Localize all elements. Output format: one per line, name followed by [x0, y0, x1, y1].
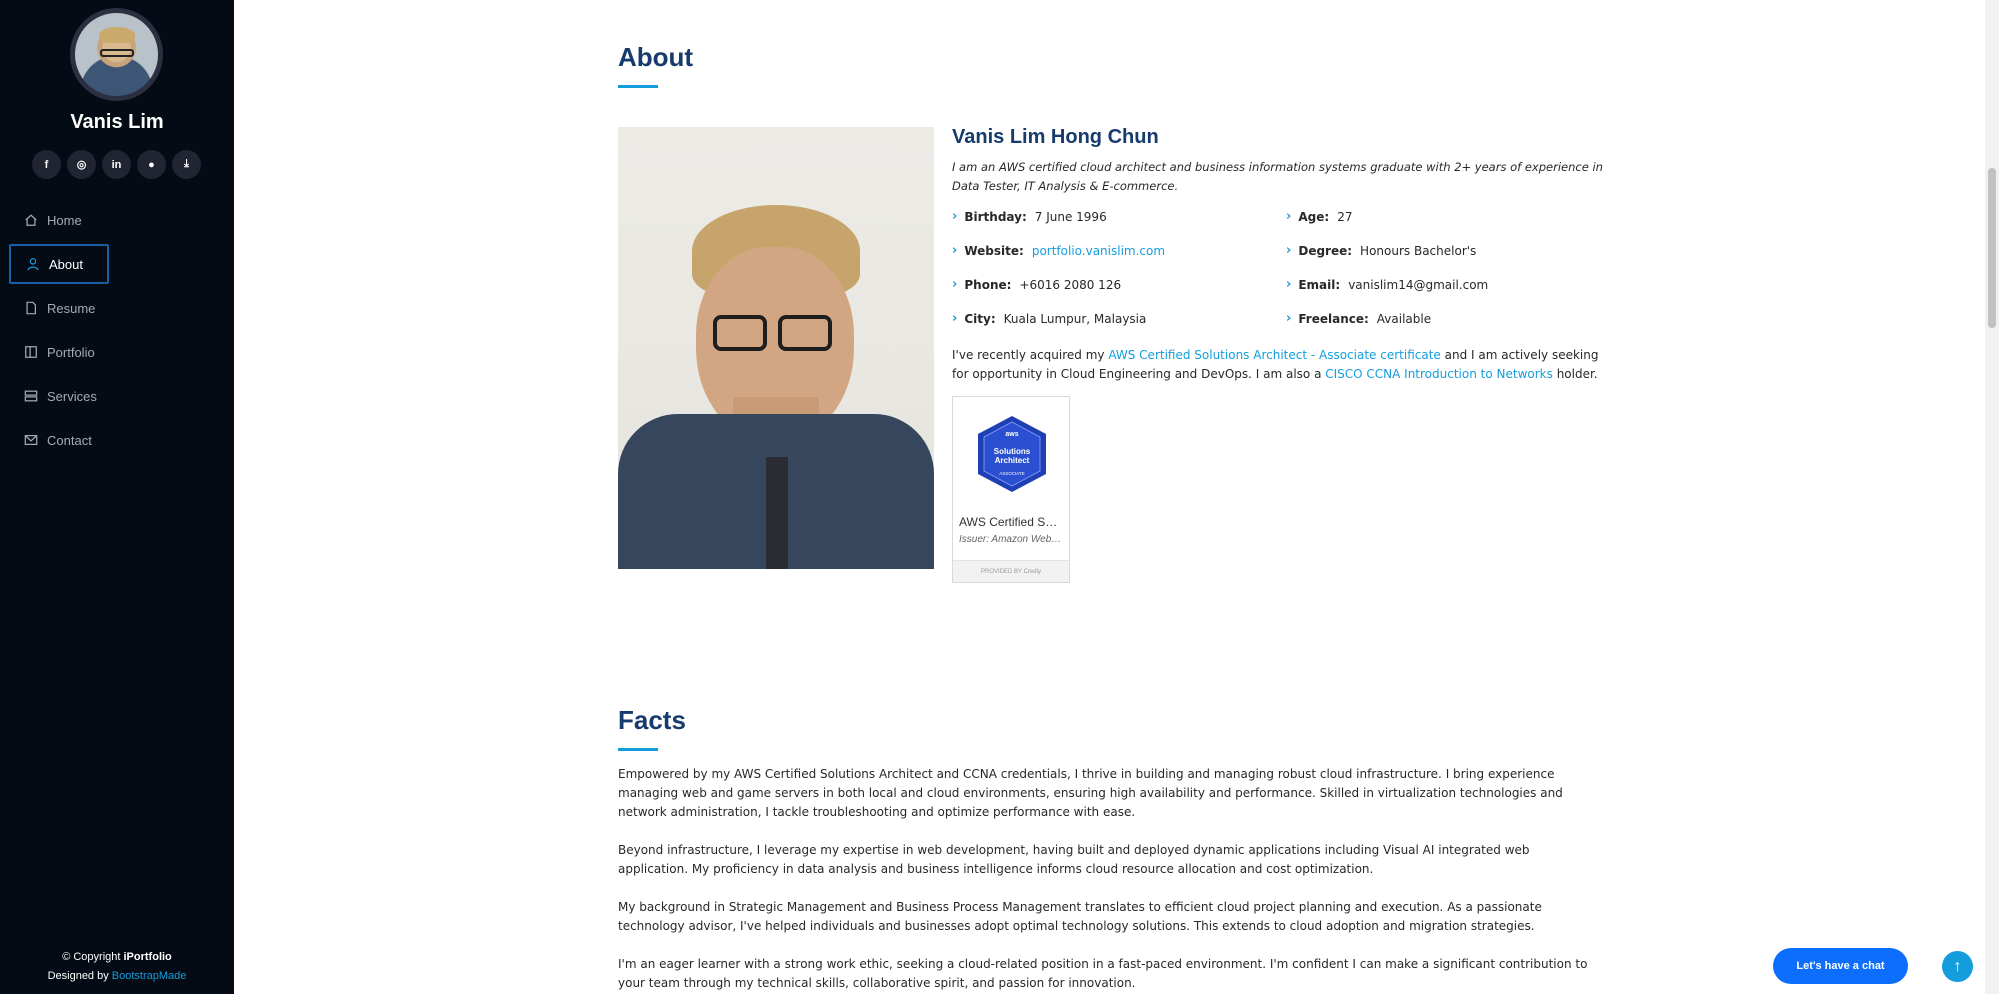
nav-item-home[interactable]: Home — [9, 200, 109, 240]
about-certifications-text: I've recently acquired my AWS Certified … — [952, 346, 1604, 384]
nav-label-services: Services — [47, 388, 97, 404]
info-label: Age: — [1298, 209, 1330, 224]
nav-item-resume[interactable]: Resume — [9, 288, 109, 328]
info-value: Honours Bachelor's — [1360, 243, 1477, 258]
page-scrollbar[interactable] — [1985, 0, 1999, 994]
nav-label-contact: Contact — [47, 432, 92, 448]
chevron-right-icon: › — [1286, 277, 1292, 292]
badge-hex-line2: Architect — [995, 456, 1030, 465]
info-birthday: › Birthday: 7 June 1996 — [952, 209, 1107, 224]
facts-paragraph: My background in Strategic Management an… — [618, 900, 1542, 933]
file-icon — [24, 301, 38, 315]
para-text: I've recently acquired my — [952, 348, 1109, 362]
info-value: Available — [1376, 311, 1432, 326]
info-value: vanislim14@gmail.com — [1348, 277, 1489, 292]
chevron-right-icon: › — [1286, 311, 1292, 326]
info-label: Email: — [1298, 277, 1341, 292]
para-text: holder. — [1552, 367, 1598, 381]
sidebar-footer: © Copyright iPortfolio Designed by Boots… — [0, 948, 234, 986]
sidebar: Vanis Lim f ◎ in ● ⤓ Home About Resume P… — [0, 0, 234, 994]
copyright-line: © Copyright iPortfolio — [0, 948, 234, 967]
chevron-right-icon: › — [952, 243, 958, 258]
info-email: › Email: vanislim14@gmail.com — [1286, 277, 1488, 292]
info-degree: › Degree: Honours Bachelor's — [1286, 243, 1476, 258]
nav-label-home: Home — [47, 212, 82, 228]
facts-paragraph: Empowered by my AWS Certified Solutions … — [618, 767, 1563, 819]
info-label: Phone: — [964, 277, 1012, 292]
github-icon[interactable]: ● — [137, 150, 166, 179]
info-label: Degree: — [1298, 243, 1353, 258]
nav-menu: Home About Resume Portfolio Services Con… — [9, 200, 109, 464]
facts-title-underline — [618, 748, 658, 751]
profile-name: Vanis Lim — [70, 111, 164, 133]
profile-avatar — [70, 8, 163, 101]
facts-paragraph: I'm an eager learner with a strong work … — [618, 957, 1588, 990]
envelope-icon — [24, 433, 38, 447]
about-intro: I am an AWS certified cloud architect an… — [952, 160, 1603, 193]
nav-item-services[interactable]: Services — [9, 376, 109, 416]
scrollbar-thumb[interactable] — [1988, 168, 1996, 328]
info-label: Website: — [964, 243, 1024, 258]
facts-paragraph: Beyond infrastructure, I leverage my exp… — [618, 843, 1530, 876]
badge-issuer: Issuer: Amazon Web Services Training and… — [959, 534, 1069, 545]
credits-prefix: Designed by — [47, 970, 112, 982]
designer-link[interactable]: BootstrapMade — [112, 970, 187, 982]
about-title-underline — [618, 85, 658, 88]
info-freelance: › Freelance: Available — [1286, 311, 1431, 326]
nav-label-about: About — [49, 256, 83, 272]
info-label: Birthday: — [964, 209, 1027, 224]
chat-button[interactable]: Let's have a chat — [1773, 948, 1908, 984]
chevron-right-icon: › — [952, 277, 958, 292]
linkedin-icon[interactable]: in — [102, 150, 131, 179]
profile-photo — [618, 127, 934, 569]
nav-item-about[interactable]: About — [9, 244, 109, 284]
person-icon — [26, 257, 40, 271]
nav-label-resume: Resume — [47, 300, 96, 316]
copyright-brand: iPortfolio — [123, 951, 172, 963]
badge-title: AWS Certified Solutions Architect – Asso… — [959, 515, 1069, 529]
info-value: 7 June 1996 — [1034, 209, 1107, 224]
download-icon[interactable]: ⤓ — [172, 150, 201, 179]
ccna-cert-link[interactable]: CISCO CCNA Introduction to Networks — [1325, 367, 1553, 381]
credits-line: Designed by BootstrapMade — [0, 967, 234, 986]
info-age: › Age: 27 — [1286, 209, 1352, 224]
info-value: 27 — [1337, 209, 1353, 224]
chevron-right-icon: › — [1286, 209, 1292, 224]
nav-label-portfolio: Portfolio — [47, 344, 95, 360]
info-value: +6016 2080 126 — [1019, 277, 1122, 292]
badge-hex-line1: Solutions — [994, 447, 1031, 456]
copyright-prefix: © Copyright — [62, 951, 124, 963]
aws-cert-link[interactable]: AWS Certified Solutions Architect - Asso… — [1108, 348, 1440, 362]
nav-item-contact[interactable]: Contact — [9, 420, 109, 460]
info-label: City: — [964, 311, 996, 326]
info-value: Kuala Lumpur, Malaysia — [1003, 311, 1147, 326]
badge-hex-line3: ASSOCIATE — [999, 471, 1024, 476]
info-label: Freelance: — [1298, 311, 1369, 326]
facebook-icon[interactable]: f — [32, 150, 61, 179]
chevron-right-icon: › — [952, 311, 958, 326]
info-website: › Website: portfolio.vanislim.com — [952, 243, 1165, 258]
book-icon — [24, 345, 38, 359]
website-link[interactable]: portfolio.vanislim.com — [1032, 244, 1165, 258]
badge-hex-top: aws — [1005, 431, 1018, 438]
info-phone: › Phone: +6016 2080 126 — [952, 277, 1121, 292]
house-icon — [24, 213, 38, 227]
chevron-right-icon: › — [1286, 243, 1292, 258]
arrow-up-icon: ↑ — [1953, 957, 1962, 975]
aws-badge-icon: aws Solutions Architect ASSOCIATE — [978, 416, 1046, 492]
about-title: About — [618, 42, 694, 72]
chevron-right-icon: › — [952, 209, 958, 224]
nav-item-portfolio[interactable]: Portfolio — [9, 332, 109, 372]
facts-title: Facts — [618, 705, 686, 735]
server-icon — [24, 389, 38, 403]
info-city: › City: Kuala Lumpur, Malaysia — [952, 311, 1146, 326]
facts-body: Empowered by my AWS Certified Solutions … — [618, 765, 1593, 994]
credly-footer: PROVIDED BY Credly — [953, 560, 1069, 582]
instagram-icon[interactable]: ◎ — [67, 150, 96, 179]
back-to-top-button[interactable]: ↑ — [1942, 951, 1973, 982]
social-links: f ◎ in ● ⤓ — [32, 150, 201, 179]
about-fullname: Vanis Lim Hong Chun — [952, 126, 1159, 148]
credly-badge-card[interactable]: aws Solutions Architect ASSOCIATE AWS Ce… — [952, 396, 1070, 583]
